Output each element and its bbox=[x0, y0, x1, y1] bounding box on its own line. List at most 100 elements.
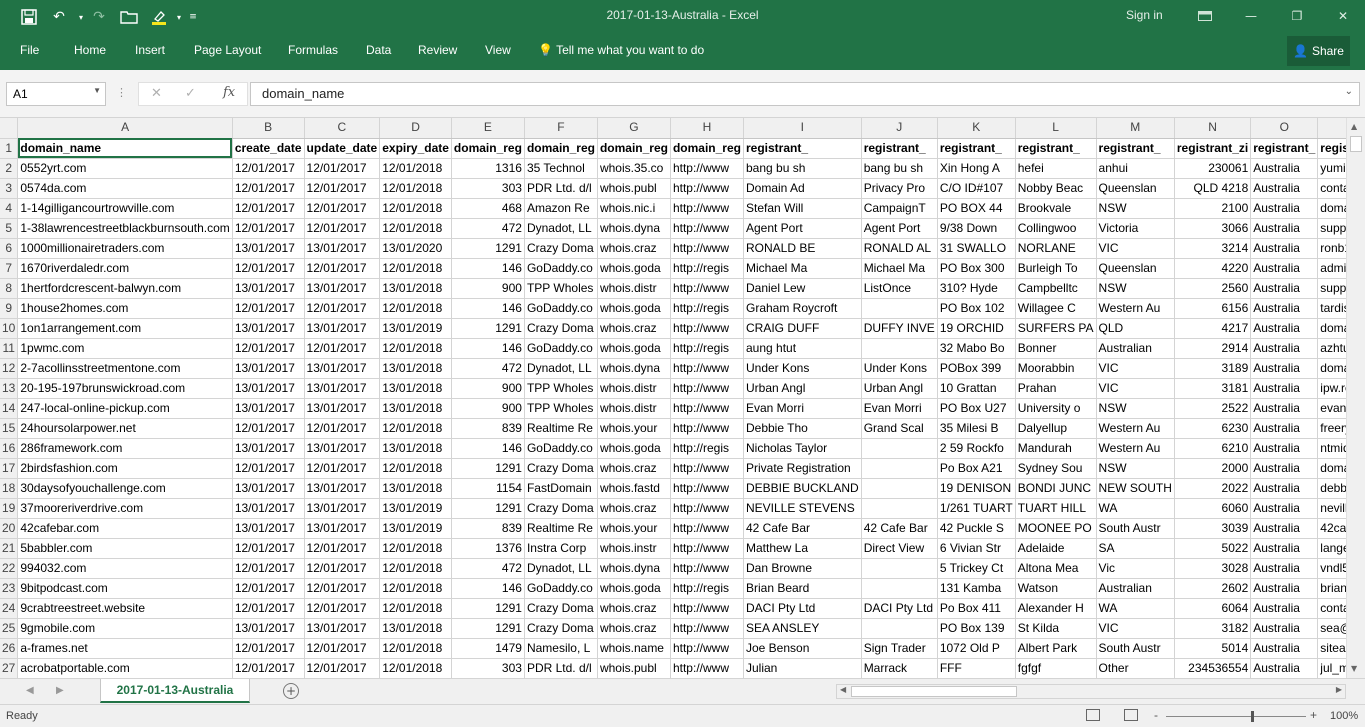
cell[interactable]: 13/01/2017 bbox=[304, 618, 381, 639]
cell[interactable]: 12/01/2017 bbox=[232, 218, 305, 239]
cell[interactable]: Australian bbox=[1096, 578, 1175, 599]
cell[interactable]: 13/01/2017 bbox=[304, 238, 381, 259]
row-header[interactable]: 10 bbox=[0, 318, 19, 339]
cell[interactable]: 13/01/2017 bbox=[304, 438, 381, 459]
cell[interactable]: Mandurah bbox=[1015, 438, 1097, 459]
zoom-level[interactable]: 100% bbox=[1330, 710, 1358, 722]
enter-icon[interactable]: ✓ bbox=[185, 86, 196, 101]
column-header-a[interactable]: A bbox=[17, 118, 233, 139]
cell[interactable]: Daniel Lew bbox=[743, 278, 862, 299]
cell[interactable]: 42cafebar@domainprivacy bbox=[1317, 518, 1346, 539]
cell[interactable]: fgfgf bbox=[1015, 658, 1097, 678]
cell[interactable]: Australia bbox=[1250, 338, 1319, 359]
cell[interactable]: 12/01/2017 bbox=[304, 598, 381, 619]
tab-file[interactable]: File bbox=[20, 43, 39, 57]
cell[interactable]: Sydney Sou bbox=[1015, 458, 1097, 479]
cell[interactable]: Brookvale bbox=[1015, 198, 1097, 219]
cell[interactable]: 9crabtreestreet.website bbox=[17, 598, 233, 619]
cell[interactable]: 9/38 Down bbox=[937, 218, 1016, 239]
cell[interactable]: Agent Port bbox=[861, 218, 938, 239]
add-sheet-icon[interactable]: + bbox=[283, 683, 299, 699]
cell[interactable]: whois.craz bbox=[597, 458, 671, 479]
cell[interactable]: 12/01/2017 bbox=[304, 178, 381, 199]
cell[interactable]: 9gmobile.com bbox=[17, 618, 233, 639]
cell[interactable]: 472 bbox=[451, 218, 525, 239]
cell[interactable]: GoDaddy.co bbox=[524, 578, 598, 599]
row-header[interactable]: 5 bbox=[0, 218, 19, 239]
row-header[interactable]: 12 bbox=[0, 358, 19, 379]
cell[interactable]: NEVILLE STEVENS bbox=[743, 498, 862, 519]
cell[interactable]: Alexander H bbox=[1015, 598, 1097, 619]
cell[interactable]: 12/01/2017 bbox=[304, 578, 381, 599]
cell[interactable]: acrobatportable.com bbox=[17, 658, 233, 678]
cell[interactable]: Western Au bbox=[1096, 438, 1175, 459]
cell[interactable]: 13/01/2018 bbox=[379, 278, 452, 299]
cell[interactable]: neville@slpwa.com.au bbox=[1317, 498, 1346, 519]
cell[interactable]: 30daysofyouchallenge.com bbox=[17, 478, 233, 499]
cell[interactable]: http://www bbox=[670, 598, 744, 619]
tab-formulas[interactable]: Formulas bbox=[288, 43, 338, 57]
cell[interactable]: Australia bbox=[1250, 218, 1319, 239]
cell[interactable]: Joe Benson bbox=[743, 638, 862, 659]
cell[interactable] bbox=[861, 498, 938, 519]
cell[interactable]: 472 bbox=[451, 358, 525, 379]
cell[interactable]: contact@privacyprotect.org bbox=[1317, 178, 1346, 199]
cell[interactable]: whois.goda bbox=[597, 338, 671, 359]
cell[interactable]: 839 bbox=[451, 518, 525, 539]
scroll-left-icon[interactable]: ◀ bbox=[840, 685, 846, 694]
cell[interactable]: whois.craz bbox=[597, 618, 671, 639]
cell[interactable]: 0574da.com bbox=[17, 178, 233, 199]
cell[interactable]: Dynadot, LL bbox=[524, 218, 598, 239]
cell[interactable]: 12/01/2017 bbox=[232, 458, 305, 479]
cell[interactable]: 900 bbox=[451, 278, 525, 299]
cell[interactable]: Crazy Doma bbox=[524, 458, 598, 479]
cell[interactable]: 32 Mabo Bo bbox=[937, 338, 1016, 359]
cell[interactable]: Adelaide bbox=[1015, 538, 1097, 559]
cell[interactable]: 42 Puckle S bbox=[937, 518, 1016, 539]
row-header[interactable]: 1 bbox=[0, 138, 19, 159]
cell[interactable]: Matthew La bbox=[743, 538, 862, 559]
cell[interactable]: 13/01/2018 bbox=[379, 398, 452, 419]
cell[interactable]: 19 ORCHID bbox=[937, 318, 1016, 339]
cell[interactable]: freeryed@y7mail.com bbox=[1317, 418, 1346, 439]
cell[interactable]: whois.publ bbox=[597, 658, 671, 678]
cell[interactable]: evan@fnord.be bbox=[1317, 398, 1346, 419]
scroll-down-icon[interactable]: ▼ bbox=[1351, 664, 1357, 673]
zoom-out-button[interactable]: - bbox=[1154, 708, 1158, 722]
cell[interactable]: 2560 bbox=[1174, 278, 1252, 299]
cell[interactable]: whois.goda bbox=[597, 298, 671, 319]
column-header-c[interactable]: C bbox=[304, 118, 381, 139]
cell[interactable]: Australia bbox=[1250, 438, 1319, 459]
cell[interactable]: RONALD AL bbox=[861, 238, 938, 259]
cell[interactable]: 19 DENISON bbox=[937, 478, 1016, 499]
cell[interactable]: Australia bbox=[1250, 238, 1319, 259]
cell[interactable]: 42cafebar.com bbox=[17, 518, 233, 539]
cell[interactable]: 6156 bbox=[1174, 298, 1252, 319]
cell[interactable]: Grand Scal bbox=[861, 418, 938, 439]
cell[interactable]: 2022 bbox=[1174, 478, 1252, 499]
cell[interactable]: 1072 Old P bbox=[937, 638, 1016, 659]
cell[interactable]: 12/01/2017 bbox=[232, 598, 305, 619]
cell[interactable]: 2602 bbox=[1174, 578, 1252, 599]
chevron-down-icon[interactable]: ▼ bbox=[93, 86, 101, 95]
cell[interactable]: whois.dyna bbox=[597, 218, 671, 239]
cell[interactable]: 146 bbox=[451, 258, 525, 279]
cell[interactable]: Victoria bbox=[1096, 218, 1175, 239]
cell[interactable]: 1479 bbox=[451, 638, 525, 659]
cell[interactable]: 310? Hyde bbox=[937, 278, 1016, 299]
cell[interactable]: registrant_ bbox=[743, 138, 862, 159]
cell[interactable]: Instra Corp bbox=[524, 538, 598, 559]
cell[interactable]: 13/01/2017 bbox=[232, 478, 305, 499]
cell[interactable]: whois.craz bbox=[597, 238, 671, 259]
cell[interactable]: http://www bbox=[670, 158, 744, 179]
cell[interactable]: 230061 bbox=[1174, 158, 1252, 179]
cell[interactable]: Australia bbox=[1250, 578, 1319, 599]
cell[interactable]: Marrack bbox=[861, 658, 938, 678]
cell[interactable]: 12/01/2017 bbox=[232, 338, 305, 359]
cell[interactable]: whois.dyna bbox=[597, 558, 671, 579]
row-header[interactable]: 22 bbox=[0, 558, 19, 579]
cell[interactable]: 1154 bbox=[451, 478, 525, 499]
cell[interactable]: 12/01/2018 bbox=[379, 558, 452, 579]
cell[interactable]: Australia bbox=[1250, 458, 1319, 479]
cell[interactable]: DEBBIE BUCKLAND bbox=[743, 478, 862, 499]
